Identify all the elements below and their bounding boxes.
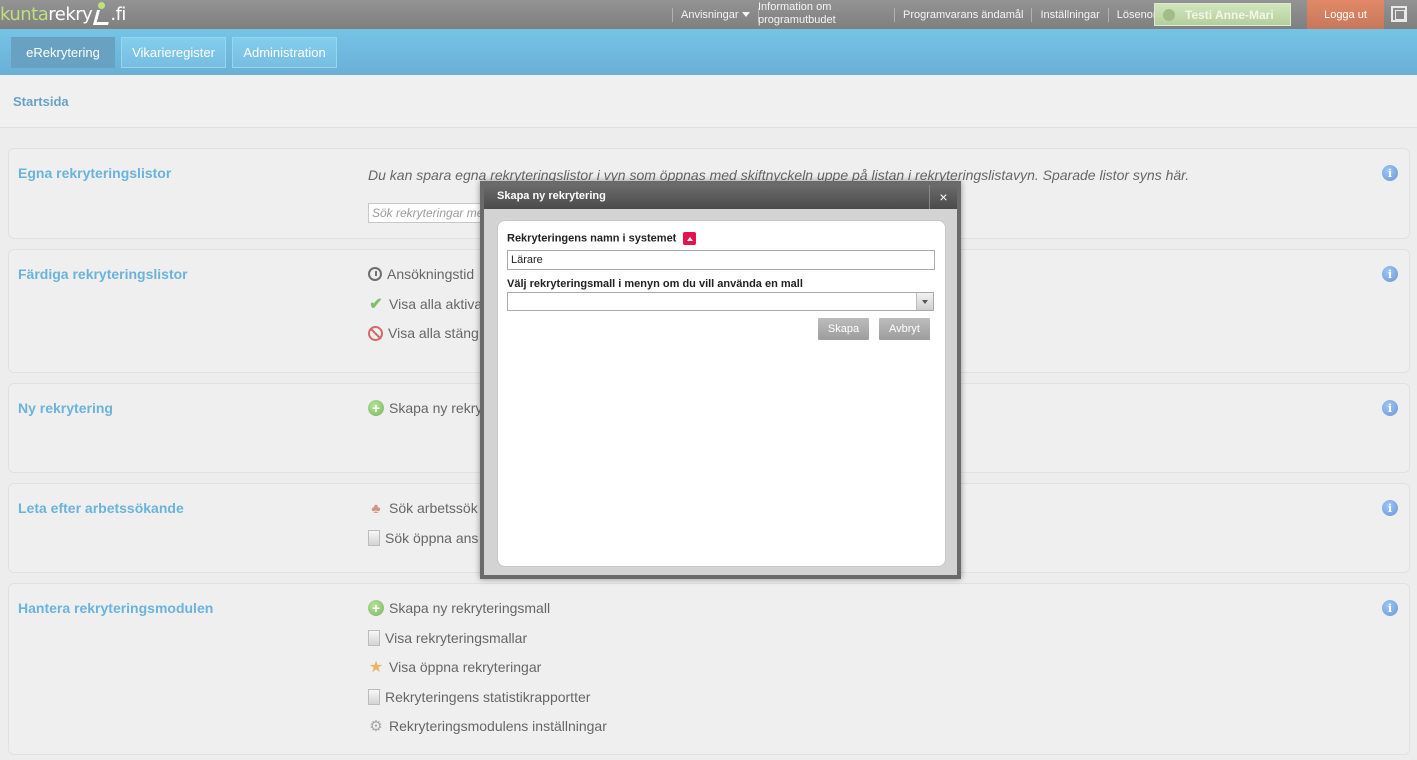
cancel-button[interactable]: Avbryt (879, 318, 930, 340)
chevron-down-icon[interactable] (916, 293, 933, 310)
dialog-body: Rekryteringens namn i systemet Välj rekr… (497, 220, 946, 567)
dialog-title: Skapa ny rekrytering (484, 185, 957, 209)
template-select[interactable] (507, 292, 934, 311)
create-button[interactable]: Skapa (818, 318, 869, 340)
close-icon[interactable]: × (929, 185, 957, 209)
recruitment-name-label-text: Rekryteringens namn i systemet (507, 232, 677, 245)
template-label: Välj rekryteringsmall i menyn om du vill… (507, 278, 803, 290)
recruitment-name-label: Rekryteringens namn i systemet (507, 232, 697, 245)
recruitment-name-input[interactable] (507, 250, 935, 270)
create-recruitment-dialog: Skapa ny rekrytering × Rekryteringens na… (480, 181, 961, 579)
required-icon (683, 232, 697, 245)
